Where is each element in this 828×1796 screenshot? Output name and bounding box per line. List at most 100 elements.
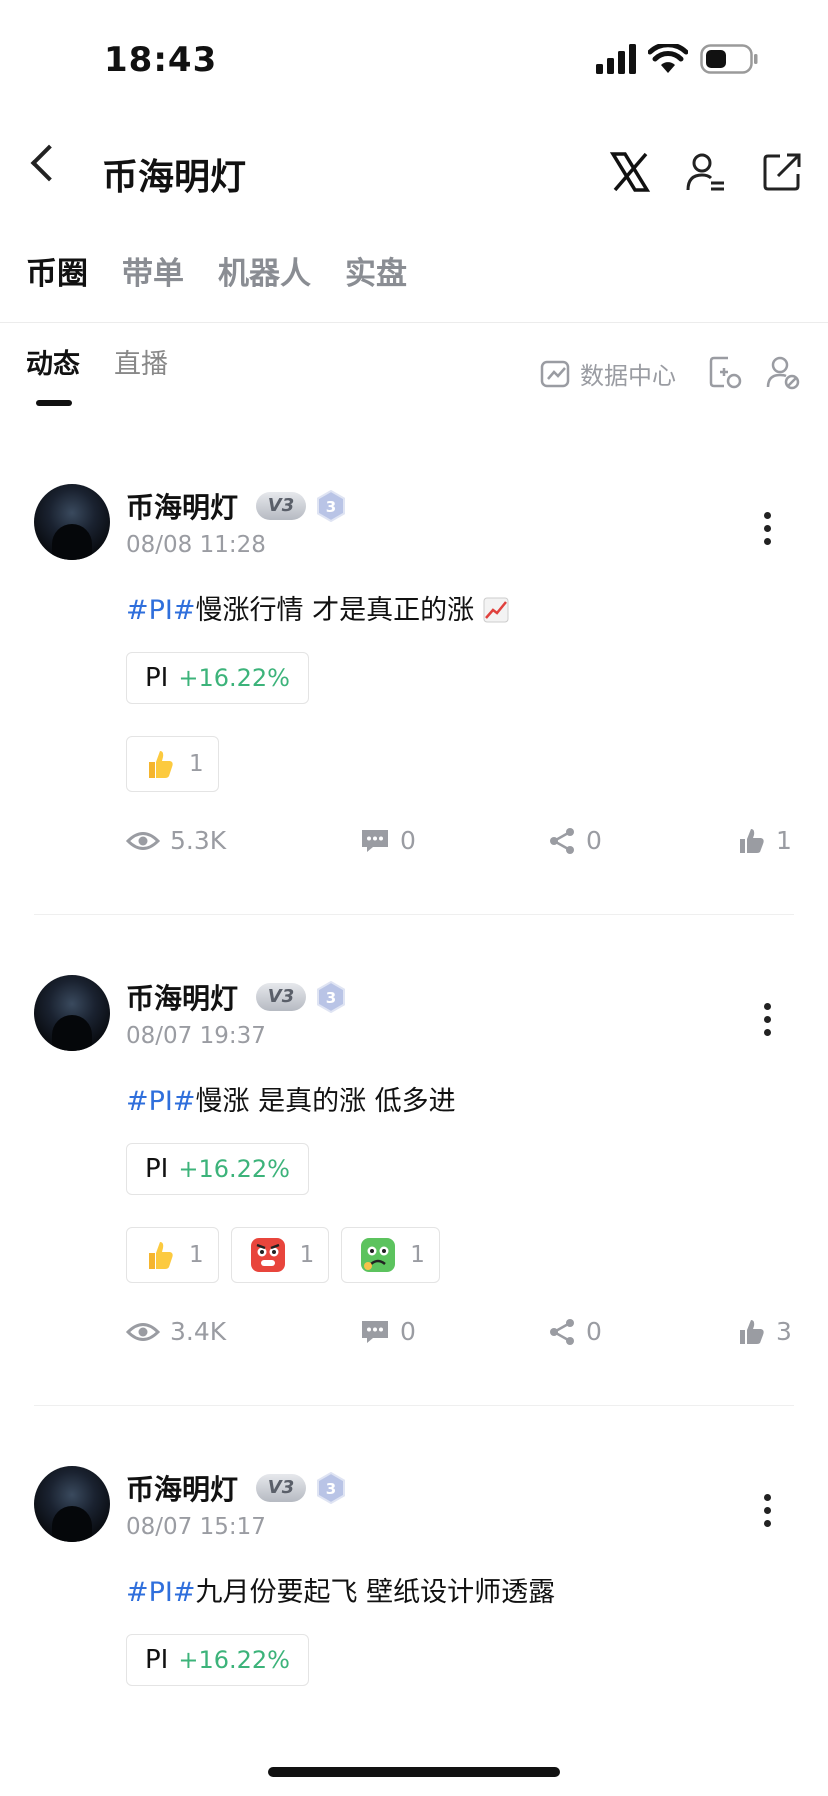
wifi-icon <box>648 44 688 73</box>
thumbs-up-emoji <box>149 1242 173 1269</box>
views-count: 3.4K <box>170 1317 227 1346</box>
post-content[interactable]: #PI#慢涨 是真的涨 低多进 <box>126 1079 456 1118</box>
subtab-feed[interactable]: 动态 <box>26 342 80 381</box>
post-date: 08/07 19:37 <box>126 1023 266 1049</box>
likes-count: 3 <box>776 1317 792 1346</box>
post-text: 慢涨行情 才是真正的涨 <box>195 595 475 626</box>
like-button[interactable]: 3 <box>738 1317 792 1346</box>
vip-badge: V3 <box>256 492 306 520</box>
add-post-icon[interactable] <box>708 354 742 390</box>
reaction-count: 1 <box>299 1242 315 1268</box>
reaction-count: 1 <box>189 751 204 777</box>
shares-count: 0 <box>586 1317 602 1346</box>
main-tabs: 币圈 带单 机器人 实盘 <box>26 248 407 293</box>
level-badge: 3 <box>317 490 345 522</box>
tab-robot[interactable]: 机器人 <box>218 248 311 293</box>
coin-change: +16.22% <box>178 1155 290 1183</box>
views-count: 5.3K <box>170 826 227 855</box>
likes-count: 1 <box>776 826 792 855</box>
page-title: 币海明灯 <box>102 157 247 198</box>
reaction-angry[interactable]: 1 <box>230 1227 330 1283</box>
subtab-indicator <box>36 400 72 406</box>
post-text: 慢涨 是真的涨 低多进 <box>195 1086 456 1117</box>
more-options-icon[interactable] <box>764 1494 772 1533</box>
coin-tag[interactable]: PI +16.22% <box>126 652 309 704</box>
reaction-count: 1 <box>410 1242 425 1268</box>
follow-user-icon[interactable] <box>684 150 728 194</box>
data-center-button[interactable]: 数据中心 <box>540 356 676 391</box>
home-indicator <box>268 1767 560 1777</box>
post-divider <box>34 1405 794 1406</box>
tabs-divider <box>0 322 828 323</box>
share-icon <box>550 827 574 854</box>
level-number: 3 <box>326 498 336 516</box>
post-content[interactable]: #PI#慢涨行情 才是真正的涨 <box>126 588 509 627</box>
back-button[interactable] <box>30 144 68 182</box>
comments-count: 0 <box>400 1317 416 1346</box>
coin-tag[interactable]: PI +16.22% <box>126 1634 309 1686</box>
thumbs-up-icon <box>740 828 764 853</box>
user-settings-icon[interactable] <box>766 354 800 390</box>
level-badge: 3 <box>317 1472 345 1504</box>
topic-tag[interactable]: #PI# <box>126 1086 196 1117</box>
angry-face-emoji <box>250 1238 285 1272</box>
post-author[interactable]: 币海明灯 <box>126 977 238 1017</box>
level-badge: 3 <box>317 981 345 1013</box>
avatar[interactable] <box>34 975 110 1051</box>
vip-badge: V3 <box>256 983 306 1011</box>
post-date: 08/07 15:17 <box>126 1514 266 1540</box>
subtab-live[interactable]: 直播 <box>114 342 168 381</box>
level-number: 3 <box>326 1480 336 1498</box>
tab-coin-circle[interactable]: 币圈 <box>26 248 88 293</box>
comment-button[interactable]: 0 <box>360 826 416 855</box>
comment-button[interactable]: 0 <box>360 1317 416 1346</box>
like-button[interactable]: 1 <box>738 826 792 855</box>
coin-tag[interactable]: PI +16.22% <box>126 1143 309 1195</box>
chart-increasing-emoji <box>483 597 509 623</box>
chart-icon <box>540 360 570 387</box>
shares-count: 0 <box>586 826 602 855</box>
reaction-thumbs-up[interactable]: 1 <box>126 736 219 792</box>
post-date: 08/08 11:28 <box>126 532 266 558</box>
data-center-label: 数据中心 <box>580 362 676 390</box>
eye-icon <box>126 831 160 850</box>
post-author[interactable]: 币海明灯 <box>126 1468 238 1508</box>
coin-symbol: PI <box>145 1645 169 1675</box>
views-stat: 3.4K <box>126 1317 226 1346</box>
coin-symbol: PI <box>145 1154 169 1184</box>
signal-icon <box>596 44 636 74</box>
topic-tag[interactable]: #PI# <box>126 595 196 626</box>
thumbs-up-icon <box>740 1319 764 1344</box>
share-icon <box>550 1318 574 1345</box>
post-author[interactable]: 币海明灯 <box>126 486 238 526</box>
tab-copy-trading[interactable]: 带单 <box>122 248 184 293</box>
sick-face-emoji <box>361 1238 396 1272</box>
post-divider <box>34 914 794 915</box>
views-stat: 5.3K <box>126 826 226 855</box>
coin-symbol: PI <box>145 663 169 693</box>
coin-change: +16.22% <box>178 1646 290 1674</box>
coin-change: +16.22% <box>178 664 290 692</box>
post-content[interactable]: #PI#九月份要起飞 壁纸设计师透露 <box>126 1570 555 1609</box>
comment-icon <box>362 829 388 852</box>
tab-live-trading[interactable]: 实盘 <box>345 248 407 293</box>
avatar[interactable] <box>34 1466 110 1542</box>
reactions: 1 1 1 <box>126 1227 440 1283</box>
status-time: 18:43 <box>104 40 218 80</box>
sub-tabs: 动态 直播 <box>26 342 168 381</box>
reaction-thumbs-up[interactable]: 1 <box>126 1227 219 1283</box>
more-options-icon[interactable] <box>764 512 772 551</box>
external-share-icon[interactable] <box>760 150 804 194</box>
topic-tag[interactable]: #PI# <box>126 1577 196 1608</box>
thumbs-up-emoji <box>149 751 173 778</box>
avatar[interactable] <box>34 484 110 560</box>
vip-badge: V3 <box>256 1474 306 1502</box>
share-button[interactable]: 0 <box>548 826 602 855</box>
battery-icon <box>700 44 758 74</box>
more-options-icon[interactable] <box>764 1003 772 1042</box>
reaction-sick[interactable]: 1 <box>341 1227 440 1283</box>
post-text: 九月份要起飞 壁纸设计师透露 <box>195 1577 556 1608</box>
share-button[interactable]: 0 <box>548 1317 602 1346</box>
comments-count: 0 <box>400 826 416 855</box>
x-share-icon[interactable] <box>608 150 652 194</box>
